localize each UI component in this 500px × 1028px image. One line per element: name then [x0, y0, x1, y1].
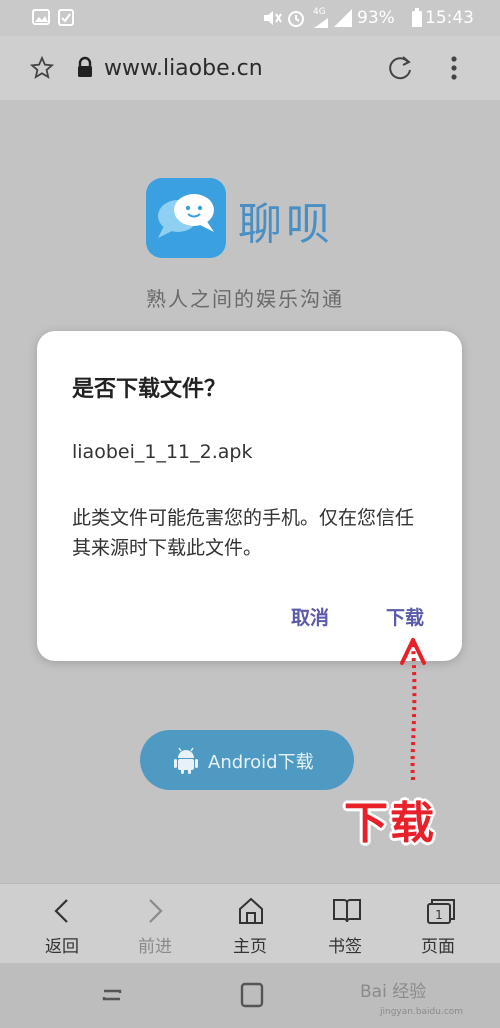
- annotation-arrow-icon: [400, 638, 426, 781]
- brand-name: 聊呗: [238, 199, 334, 250]
- lock-icon: [78, 56, 92, 77]
- more-options-icon[interactable]: [448, 54, 460, 82]
- alarm-icon: [288, 11, 304, 27]
- watermark-sub: jingyan.baidu.com: [380, 1007, 464, 1017]
- nav-home[interactable]: 主页: [200, 884, 300, 964]
- android-icon: [174, 747, 198, 774]
- nav-forward-label: 前进: [138, 937, 172, 957]
- url-text[interactable]: www.liaobe.cn: [104, 56, 263, 81]
- status-bar: 4G 93% 15:43: [0, 0, 500, 36]
- dialog-message: 此类文件可能危害您的手机。仅在您信任其来源时下载此文件。: [72, 507, 415, 559]
- clock: 15:43: [425, 8, 474, 28]
- dialog-filename: liaobei_1_11_2.apk: [72, 441, 253, 463]
- network-label: 4G: [313, 7, 326, 17]
- url-bar: www.liaobe.cn: [0, 36, 500, 100]
- signal-icon: [314, 18, 328, 28]
- android-download-button[interactable]: Android下载: [140, 730, 354, 790]
- clipboard-check-icon: [58, 9, 74, 26]
- nav-tabs-label: 页面: [421, 937, 455, 957]
- battery-percentage: 93%: [357, 8, 395, 28]
- app-logo: [146, 178, 226, 258]
- annotation-text: 下载: [344, 798, 436, 849]
- tabs-count: 1: [435, 908, 443, 922]
- android-download-label: Android下载: [208, 752, 314, 773]
- tabs-icon: 1: [427, 899, 455, 924]
- nav-bookmarks[interactable]: 书签: [295, 884, 395, 964]
- nav-back[interactable]: 返回: [12, 884, 112, 964]
- cancel-button[interactable]: 取消: [291, 603, 329, 630]
- refresh-icon[interactable]: [386, 54, 414, 82]
- mute-icon: [264, 11, 282, 25]
- watermark: Bai 经验: [360, 982, 427, 1002]
- nav-home-label: 主页: [233, 937, 267, 957]
- chat-bubbles-icon: [158, 194, 214, 238]
- dialog-title: 是否下载文件？: [72, 377, 227, 402]
- signal-bars-icon: [334, 9, 352, 27]
- chevron-right-icon: [149, 899, 163, 923]
- chevron-left-icon: [54, 899, 68, 923]
- nav-forward[interactable]: 前进: [105, 884, 205, 964]
- system-nav-bar: Bai 经验 jingyan.baidu.com: [0, 963, 500, 1028]
- download-dialog: 是否下载文件？ liaobei_1_11_2.apk 此类文件可能危害您的手机。…: [37, 331, 462, 661]
- star-icon[interactable]: [30, 56, 54, 80]
- book-icon: [333, 899, 361, 923]
- recent-apps-icon[interactable]: [100, 983, 124, 1007]
- browser-bottom-nav: 返回 前进 主页 书签 1 页面: [0, 883, 500, 964]
- nav-back-label: 返回: [45, 937, 79, 957]
- image-icon: [32, 9, 50, 25]
- slogan: 熟人之间的娱乐沟通: [146, 287, 344, 311]
- home-button-icon[interactable]: [239, 981, 265, 1009]
- download-button[interactable]: 下载: [386, 603, 424, 630]
- nav-bookmarks-label: 书签: [328, 937, 362, 957]
- nav-tabs[interactable]: 1 页面: [388, 884, 488, 964]
- battery-icon: [412, 8, 422, 27]
- home-icon: [239, 897, 263, 924]
